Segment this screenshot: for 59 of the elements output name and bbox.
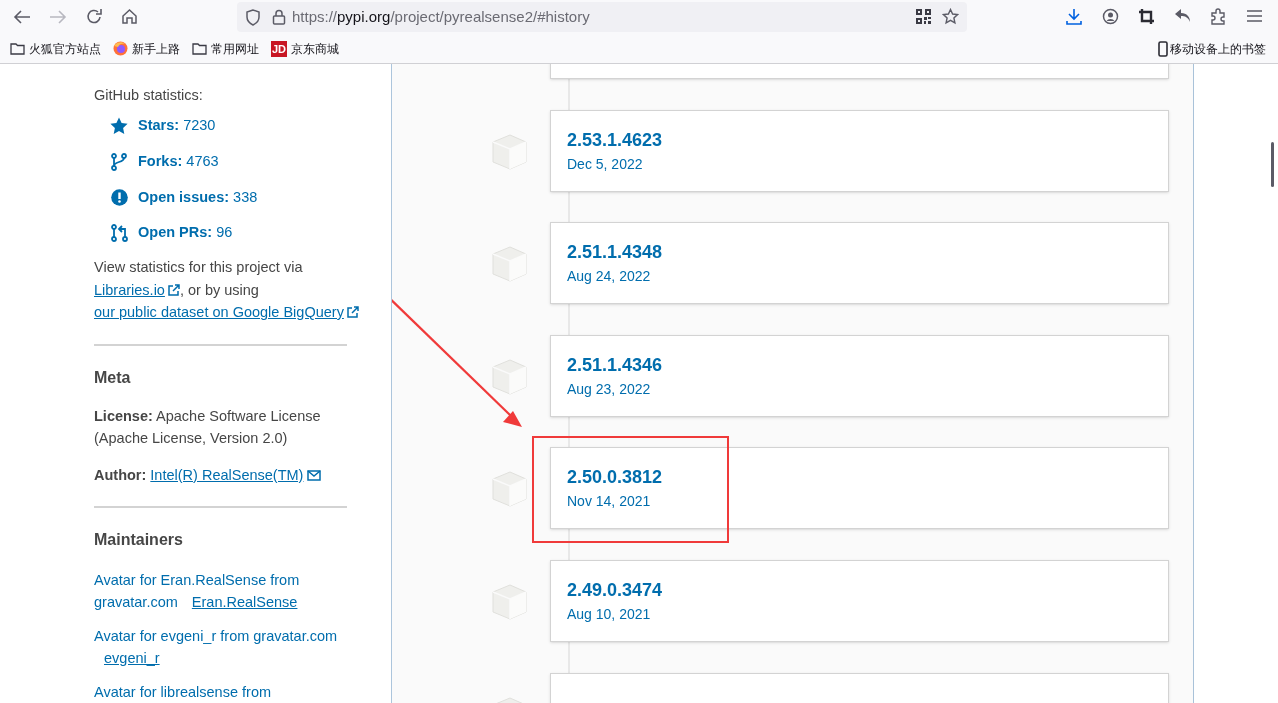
- download-icon[interactable]: [1066, 8, 1082, 25]
- folder-icon: [192, 42, 207, 55]
- logo-badge: JD: [271, 40, 288, 57]
- lock-icon: [272, 9, 286, 25]
- author-link[interactable]: Intel(R) RealSense(TM): [150, 463, 322, 486]
- reload-icon[interactable]: [86, 8, 103, 25]
- scrollbar-thumb[interactable]: [1271, 142, 1274, 187]
- folder-icon: [10, 42, 25, 55]
- stat-link[interactable]: Stars: 7230: [138, 115, 216, 137]
- avatar-alt-text: Avatar for Eran.RealSense from gravatar.com Eran.RealSense: [94, 570, 301, 612]
- stat-link[interactable]: Open PRs: 96: [138, 222, 233, 244]
- fork-icon: [111, 152, 127, 171]
- avatar-alt-text: Avatar for evgeni_r from gravatar.com evgeni_r: [94, 626, 339, 668]
- bookmark-item[interactable]: 移动设备上的书签: [1158, 39, 1278, 58]
- mobile-device-icon: [1158, 40, 1168, 57]
- maintainer-link[interactable]: evgeni_r: [104, 650, 160, 666]
- section-label: GitHub statistics:: [94, 86, 204, 105]
- external-link-icon: [167, 283, 180, 296]
- extensions-icon[interactable]: [1210, 7, 1227, 25]
- crop-icon[interactable]: [1138, 8, 1155, 25]
- cube-icon: [492, 583, 527, 620]
- stat-link[interactable]: Open issues: 338: [138, 186, 258, 209]
- section-heading: Maintainers: [94, 529, 184, 550]
- external-link-icon: [346, 306, 359, 318]
- author-label: Author:: [94, 465, 147, 485]
- qr-code-icon[interactable]: [916, 9, 931, 24]
- release-card[interactable]: 2.53.1.4623 Dec 5, 2022: [550, 109, 1169, 192]
- libraries-link[interactable]: Libraries.io: [94, 281, 180, 298]
- bookmark-item[interactable]: 新手上路: [113, 39, 180, 58]
- bookmark-item[interactable]: JD 京东商城: [271, 39, 340, 58]
- cube-icon: [492, 471, 527, 508]
- mail-icon: [307, 469, 322, 481]
- release-card[interactable]: 2.51.1.4346 Aug 23, 2022: [550, 334, 1169, 417]
- address-bar[interactable]: https://pypi.org/project/pyrealsense2/#history: [237, 2, 967, 32]
- bookmark-item[interactable]: 火狐官方站点: [10, 39, 101, 58]
- account-icon[interactable]: [1102, 8, 1119, 25]
- home-icon[interactable]: [121, 8, 138, 25]
- maintainer-link[interactable]: Eran.RealSense: [191, 594, 298, 610]
- release-card[interactable]: 2.50.0.3812 Nov 14, 2021: [550, 447, 1169, 530]
- bookmark-item[interactable]: 常用网址: [192, 39, 259, 58]
- avatar-alt-text: Avatar for librealsense from: [94, 682, 273, 702]
- cube-icon: [492, 246, 527, 283]
- pull-request-icon: [110, 224, 128, 243]
- stat-link[interactable]: Forks: 4763: [138, 150, 219, 173]
- cube-icon: [492, 358, 527, 395]
- release-card[interactable]: 2.51.1.4348 Aug 24, 2022: [550, 222, 1169, 305]
- star-icon[interactable]: [942, 8, 959, 25]
- star-icon: [110, 116, 128, 135]
- license-text: License: Apache Software License (Apache License, Version 2.0): [94, 406, 322, 448]
- release-card[interactable]: 2.49.0.3474 Aug 10, 2021: [550, 559, 1169, 642]
- shield-icon: [245, 8, 261, 26]
- undo-icon[interactable]: [1174, 8, 1191, 24]
- cube-icon: [492, 133, 527, 170]
- globe-icon: [113, 41, 128, 56]
- back-icon[interactable]: [13, 9, 31, 25]
- alert-icon: [110, 188, 128, 206]
- section-heading: Meta: [94, 367, 132, 388]
- menu-icon[interactable]: [1247, 10, 1262, 22]
- url-text: https://pypi.org/project/pyrealsense2/#history: [292, 6, 590, 27]
